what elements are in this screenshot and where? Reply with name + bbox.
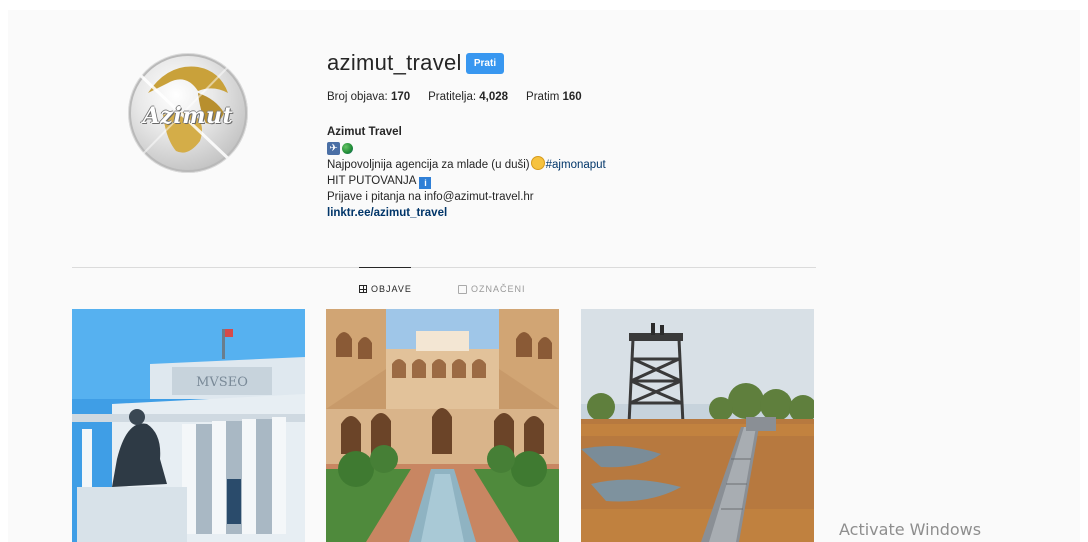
- bio-emoji-line: ✈: [327, 140, 606, 156]
- following-value: 160: [562, 91, 582, 103]
- bio-line-2: HIT PUTOVANJA i: [327, 173, 606, 189]
- tab-tagged[interactable]: OZNAČENI: [458, 284, 526, 294]
- post-thumbnail[interactable]: [326, 309, 559, 542]
- followers-count[interactable]: Pratitelja: 4,028: [428, 91, 508, 103]
- bio-line-1: Najpovoljnija agencija za mlade (u duši)…: [327, 156, 606, 173]
- activate-windows-watermark: Activate Windows: [839, 520, 982, 539]
- posts-label: Broj objava:: [327, 91, 388, 103]
- profile-full-name: Azimut Travel: [327, 126, 402, 138]
- tab-posts-label: OBJAVE: [371, 284, 412, 294]
- active-tab-indicator: [359, 267, 411, 268]
- follow-button[interactable]: Prati: [466, 53, 504, 74]
- profile-page: Azimut azimut_travel Prati Broj objava: …: [8, 10, 1080, 542]
- profile-bio: Azimut Travel ✈ Najpovoljnija agencija z…: [327, 124, 606, 221]
- tab-posts[interactable]: OBJAVE: [359, 284, 412, 294]
- profile-stats: Broj objava: 170 Pratitelja: 4,028 Prati…: [327, 91, 600, 103]
- profile-avatar[interactable]: Azimut: [128, 53, 248, 173]
- smiley-icon: [530, 156, 545, 170]
- info-icon: i: [419, 177, 432, 189]
- bio-line-3: Prijave i pitanja na info@azimut-travel.…: [327, 191, 534, 203]
- followers-value: 4,028: [479, 91, 509, 103]
- following-label: Pratim: [526, 91, 560, 103]
- avatar-brand-text: Azimut: [142, 103, 234, 129]
- bio-tagline: Najpovoljnija agencija za mlade (u duši): [327, 159, 530, 171]
- post-thumbnail[interactable]: [581, 309, 814, 542]
- following-count[interactable]: Pratim 160: [526, 91, 582, 103]
- bio-hashtag[interactable]: #ajmonaput: [546, 159, 606, 171]
- bio-hit-text: HIT PUTOVANJA: [327, 175, 417, 187]
- globe-icon: [342, 142, 353, 154]
- bio-link[interactable]: linktr.ee/azimut_travel: [327, 207, 447, 219]
- grid-icon: [359, 285, 367, 293]
- tag-icon: [458, 284, 467, 294]
- followers-label: Pratitelja:: [428, 91, 477, 103]
- museum-photo: MVSEO: [72, 309, 305, 542]
- watchtower-photo: [581, 309, 814, 542]
- airplane-icon: ✈: [327, 141, 340, 155]
- svg-text:MVSEO: MVSEO: [196, 375, 248, 390]
- profile-username: azimut_travel: [327, 50, 462, 75]
- courtyard-photo: [326, 309, 559, 542]
- tabs-divider: [72, 267, 816, 268]
- post-thumbnail[interactable]: MVSEO: [72, 309, 305, 542]
- posts-value: 170: [390, 91, 411, 103]
- tab-tagged-label: OZNAČENI: [471, 284, 526, 294]
- posts-count: Broj objava: 170: [327, 91, 410, 103]
